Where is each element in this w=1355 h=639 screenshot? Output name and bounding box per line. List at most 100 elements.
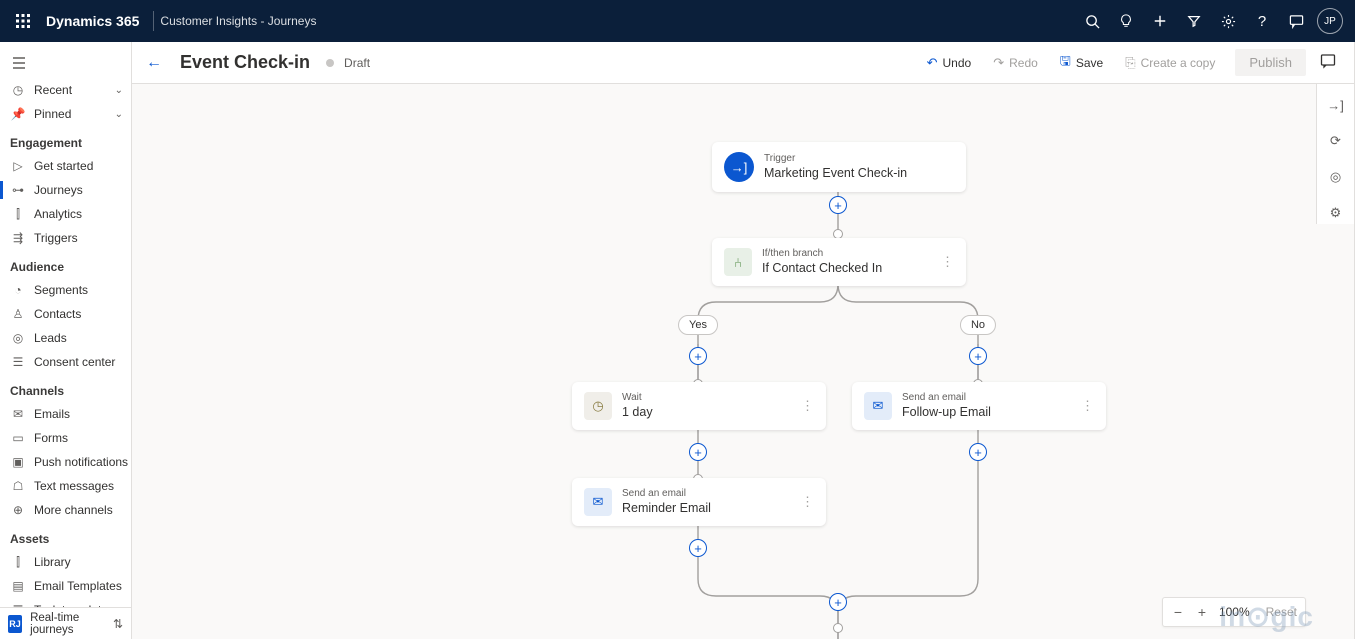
trigger-icon: →] [724, 152, 754, 182]
more-icon[interactable]: ⋮ [793, 494, 814, 510]
nav-emails[interactable]: ✉Emails [0, 402, 131, 426]
nav-analytics[interactable]: ⫿Analytics [0, 202, 131, 226]
nav-triggers[interactable]: ⇶Triggers [0, 226, 131, 250]
node-followup-email[interactable]: ✉ Send an emailFollow-up Email ⋮ [852, 382, 1106, 430]
connector-dot [833, 623, 843, 633]
play-icon: ▷ [10, 159, 26, 173]
target-icon[interactable]: ◎ [1325, 166, 1347, 188]
undo-button[interactable]: ↶Undo [919, 51, 980, 75]
copy-button[interactable]: ⎘Create a copy [1117, 51, 1223, 75]
zoom-out-button[interactable]: − [1171, 604, 1185, 620]
chevron-down-icon: ⌄ [115, 85, 123, 96]
node-branch[interactable]: ⑃ If/then branchIf Contact Checked In ⋮ [712, 238, 966, 286]
target-icon: ◎ [10, 331, 26, 345]
chart-icon: ⫿ [10, 207, 26, 222]
chat-icon[interactable] [1279, 0, 1313, 42]
zoom-in-button[interactable]: + [1195, 604, 1209, 620]
publish-button[interactable]: Publish [1235, 49, 1306, 76]
node-trigger[interactable]: →] TriggerMarketing Event Check-in [712, 142, 966, 192]
add-step-button[interactable]: + [969, 443, 987, 461]
divider [153, 11, 154, 31]
chevron-down-icon: ⌄ [115, 109, 123, 120]
mail-icon: ✉ [584, 488, 612, 516]
add-step-button[interactable]: + [689, 539, 707, 557]
push-icon: ▣ [10, 455, 26, 469]
more-icon[interactable]: ⋮ [933, 254, 954, 270]
status-dot [326, 59, 334, 67]
nav-library[interactable]: ⫿Library [0, 550, 131, 574]
canvas-wrap: →] TriggerMarketing Event Check-in + ⑃ I… [132, 84, 1354, 639]
status-label: Draft [344, 56, 370, 70]
save-icon: 🖫 [1060, 52, 1071, 74]
clock-icon: ◷ [10, 83, 26, 97]
nav-group-audience: Audience [0, 250, 131, 278]
nav-more-channels[interactable]: ⊕More channels [0, 498, 131, 522]
refresh-icon[interactable]: ⟳ [1325, 130, 1347, 152]
redo-button[interactable]: ↷Redo [985, 51, 1046, 75]
more-icon[interactable]: ⋮ [793, 398, 814, 414]
lightbulb-icon[interactable] [1109, 0, 1143, 42]
fit-icon[interactable]: →] [1325, 94, 1347, 116]
journey-canvas[interactable]: →] TriggerMarketing Event Check-in + ⑃ I… [132, 84, 1354, 639]
mail-icon: ✉ [10, 407, 26, 421]
node-reminder-email[interactable]: ✉ Send an emailReminder Email ⋮ [572, 478, 826, 526]
nav-collapse-icon[interactable] [0, 48, 131, 78]
nav-group-engagement: Engagement [0, 126, 131, 154]
nav-consent[interactable]: ☰Consent center [0, 350, 131, 374]
settings-icon[interactable] [1211, 0, 1245, 42]
nav-pinned[interactable]: 📌Pinned⌄ [0, 102, 131, 126]
page-title: Event Check-in [180, 52, 310, 73]
nav-forms[interactable]: ▭Forms [0, 426, 131, 450]
global-topbar: Dynamics 365 Customer Insights - Journey… [0, 0, 1355, 42]
command-bar: ← Event Check-in Draft ↶Undo ↷Redo 🖫Save… [132, 42, 1354, 84]
nav-text[interactable]: ☖Text messages [0, 474, 131, 498]
add-step-button[interactable]: + [689, 347, 707, 365]
consent-icon: ☰ [10, 355, 26, 369]
area-switcher[interactable]: RJ Real-time journeys ⇅ [0, 607, 131, 639]
nav-group-assets: Assets [0, 522, 131, 550]
save-button[interactable]: 🖫Save [1052, 48, 1111, 78]
add-step-button[interactable]: + [829, 593, 847, 611]
search-icon[interactable] [1075, 0, 1109, 42]
help-icon[interactable]: ? [1245, 0, 1279, 42]
node-wait[interactable]: ◷ Wait1 day ⋮ [572, 382, 826, 430]
area-badge: RJ [8, 615, 22, 633]
redo-icon: ↷ [993, 55, 1004, 71]
copilot-icon[interactable] [1320, 53, 1340, 72]
trigger-icon: ⇶ [10, 231, 26, 245]
nav-email-tpl[interactable]: ▤Email Templates [0, 574, 131, 598]
branch-yes-label[interactable]: Yes [678, 315, 718, 335]
user-avatar[interactable]: JP [1313, 0, 1347, 42]
filter-icon[interactable] [1177, 0, 1211, 42]
template-icon: ▤ [10, 579, 26, 593]
left-nav: ◷Recent⌄ 📌Pinned⌄ Engagement ▷Get starte… [0, 42, 132, 639]
back-button[interactable]: ← [146, 54, 170, 72]
add-step-button[interactable]: + [969, 347, 987, 365]
add-step-button[interactable]: + [829, 196, 847, 214]
app-subtitle[interactable]: Customer Insights - Journeys [160, 14, 316, 28]
nav-contacts[interactable]: ♙Contacts [0, 302, 131, 326]
more-icon[interactable]: ⋮ [1073, 398, 1094, 414]
zoom-value: 100% [1219, 605, 1250, 619]
mail-icon: ✉ [864, 392, 892, 420]
form-icon: ▭ [10, 431, 26, 445]
app-launcher-icon[interactable] [8, 14, 38, 28]
segment-icon: ◔ [10, 283, 26, 297]
main-area: ← Event Check-in Draft ↶Undo ↷Redo 🖫Save… [132, 42, 1355, 639]
add-step-button[interactable]: + [689, 443, 707, 461]
branch-icon: ⑃ [724, 248, 752, 276]
gear-icon[interactable]: ⚙ [1325, 202, 1347, 224]
brand-label[interactable]: Dynamics 365 [38, 13, 147, 29]
add-icon[interactable] [1143, 0, 1177, 42]
nav-recent[interactable]: ◷Recent⌄ [0, 78, 131, 102]
nav-leads[interactable]: ◎Leads [0, 326, 131, 350]
canvas-rail: →] ⟳ ◎ ⚙ [1316, 84, 1354, 224]
nav-journeys[interactable]: ⊶Journeys [0, 178, 131, 202]
nav-push[interactable]: ▣Push notifications [0, 450, 131, 474]
area-label: Real-time journeys [30, 612, 105, 636]
zoom-reset-button[interactable]: Reset [1266, 605, 1297, 619]
nav-segments[interactable]: ◔Segments [0, 278, 131, 302]
branch-no-label[interactable]: No [960, 315, 996, 335]
nav-get-started[interactable]: ▷Get started [0, 154, 131, 178]
more-icon: ⊕ [10, 503, 26, 517]
